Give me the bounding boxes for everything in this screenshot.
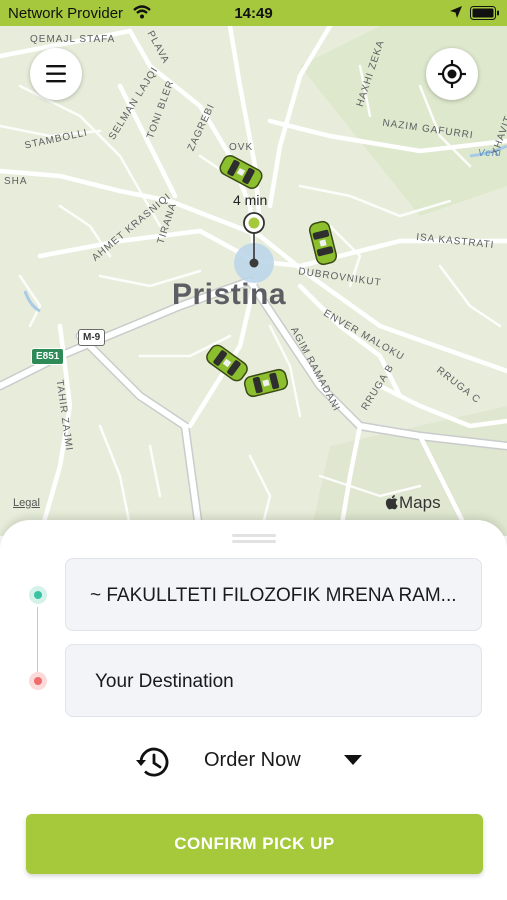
history-clock-icon — [136, 747, 169, 777]
maps-logo: Maps — [385, 493, 441, 513]
legal-link[interactable]: Legal — [13, 497, 40, 509]
apple-logo-icon — [385, 495, 398, 510]
chevron-down-icon — [344, 755, 362, 765]
battery-icon — [470, 6, 500, 24]
confirm-pickup-button[interactable]: CONFIRM PICK UP — [26, 814, 483, 874]
menu-button[interactable] — [30, 48, 82, 100]
eta-label: 4 min — [233, 192, 268, 208]
route-connector — [37, 607, 38, 673]
status-bar: Network Provider 14:49 — [0, 0, 507, 26]
maps-label: Maps — [399, 493, 441, 512]
hamburger-menu-icon — [46, 65, 66, 83]
pickup-field[interactable]: ~ FAKULLTETI FILOZOFIK MRENA RAM... — [65, 558, 482, 631]
location-arrow-icon — [449, 5, 463, 23]
street-label: OVK — [229, 142, 254, 153]
map-view[interactable]: QEMAJL STAFA PLAVA SELMAN LAJQI TONI BLE… — [0, 26, 507, 536]
pickup-dot-icon — [29, 586, 47, 604]
order-time-selector[interactable]: Order Now — [0, 738, 507, 786]
sheet-grabber[interactable] — [232, 534, 276, 544]
road-shield-m9: M-9 — [78, 329, 106, 346]
city-label: Pristina — [172, 278, 287, 311]
street-label: SHA — [4, 176, 28, 187]
locate-me-button[interactable] — [426, 48, 478, 100]
status-time: 14:49 — [234, 5, 273, 22]
destination-field[interactable]: Your Destination — [65, 644, 482, 717]
road-shield-e851: E851 — [31, 348, 65, 365]
destination-dot-icon — [29, 672, 47, 690]
booking-sheet: ~ FAKULLTETI FILOZOFIK MRENA RAM... Your… — [0, 520, 507, 900]
street-label: QEMAJL STAFA — [30, 34, 116, 45]
order-time-label: Order Now — [204, 749, 301, 771]
street-label: Velu — [478, 148, 502, 159]
crosshair-location-icon — [438, 60, 466, 88]
